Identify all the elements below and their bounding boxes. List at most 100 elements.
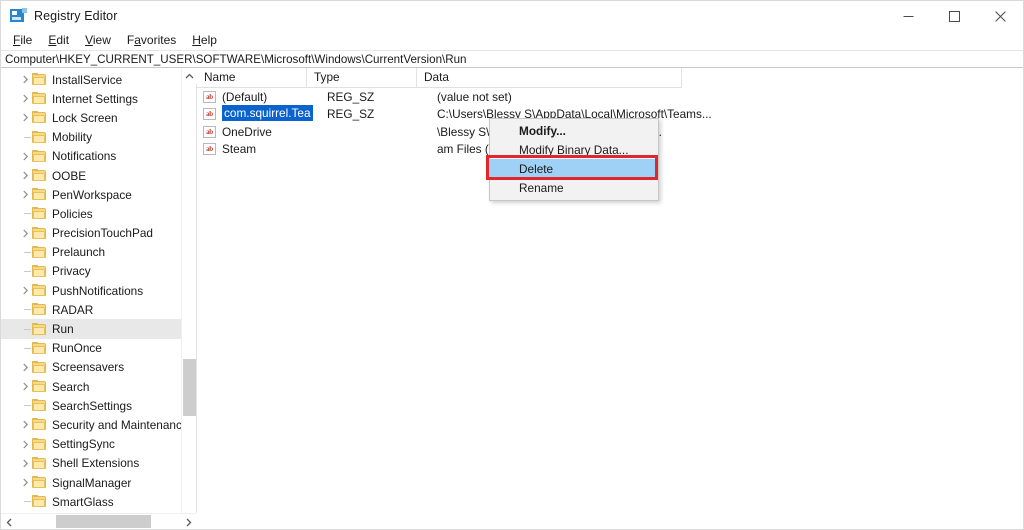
menu-help[interactable]: Help: [185, 32, 226, 49]
context-menu-item-modify[interactable]: Modify...: [490, 121, 658, 140]
value-data-cell: (value not set): [437, 90, 512, 104]
column-header-type[interactable]: Type: [307, 68, 417, 88]
value-type-cell: REG_SZ: [327, 90, 437, 104]
folder-icon: [32, 227, 47, 240]
tree-item-label: SignalManager: [52, 476, 131, 490]
tree-item-label: SettingSync: [52, 437, 115, 451]
folder-icon: [32, 438, 47, 451]
scroll-right-icon[interactable]: [180, 514, 196, 530]
tree-item-search[interactable]: Search: [1, 377, 196, 396]
chevron-right-icon[interactable]: [19, 478, 32, 487]
tree-item-installservice[interactable]: InstallService: [1, 70, 196, 89]
menu-favorites[interactable]: Favorites: [120, 32, 185, 49]
tree-item-notifications[interactable]: Notifications: [1, 147, 196, 166]
column-header-name[interactable]: Name: [197, 68, 307, 88]
menu-view[interactable]: View: [78, 32, 120, 49]
context-menu: Modify...Modify Binary Data...DeleteRena…: [489, 118, 659, 201]
main-content: InstallServiceInternet Settings Lock Scre…: [1, 68, 1023, 529]
tree-item-shell-extensions[interactable]: Shell Extensions: [1, 454, 196, 473]
registry-editor-icon: [10, 8, 26, 24]
tree-item-label: Lock Screen: [52, 111, 118, 125]
chevron-right-icon[interactable]: [19, 440, 32, 449]
tree-item-penworkspace[interactable]: PenWorkspace: [1, 185, 196, 204]
folder-icon: [32, 188, 47, 201]
tree-item-label: SearchSettings: [52, 399, 132, 413]
tree-item-policies[interactable]: Policies: [1, 204, 196, 223]
chevron-right-icon[interactable]: [19, 94, 32, 103]
tree-connector-line: [19, 271, 32, 272]
tree-item-radar[interactable]: RADAR: [1, 300, 196, 319]
tree-item-internet-settings[interactable]: Internet Settings: [1, 89, 196, 108]
folder-icon: [32, 73, 47, 86]
value-name-cell: (Default): [222, 90, 327, 104]
chevron-right-icon[interactable]: [19, 420, 32, 429]
folder-icon: [32, 323, 47, 336]
string-value-icon: ab: [203, 108, 217, 120]
close-button[interactable]: [977, 1, 1023, 31]
tree-item-label: Search: [52, 380, 89, 394]
folder-icon: [32, 111, 47, 124]
chevron-right-icon[interactable]: [19, 75, 32, 84]
maximize-button[interactable]: [931, 1, 977, 31]
tree-item-settingsync[interactable]: SettingSync: [1, 435, 196, 454]
scroll-left-icon[interactable]: [1, 514, 17, 530]
tree-item-precisiontouchpad[interactable]: PrecisionTouchPad: [1, 224, 196, 243]
context-menu-item-modify-binary-data[interactable]: Modify Binary Data...: [490, 140, 658, 159]
tree-item-label: RADAR: [52, 303, 93, 317]
tree-hscroll-thumb[interactable]: [56, 515, 151, 528]
tree-item-searchsettings[interactable]: SearchSettings: [1, 396, 196, 415]
column-header-data[interactable]: Data: [417, 68, 682, 88]
minimize-button[interactable]: [885, 1, 931, 31]
folder-icon: [32, 246, 47, 259]
tree-item-security-and-maintenance[interactable]: Security and Maintenance: [1, 415, 196, 434]
tree-connector-line: [19, 252, 32, 253]
tree-item-smartglass[interactable]: SmartGlass: [1, 492, 196, 511]
chevron-right-icon[interactable]: [19, 286, 32, 295]
menu-bar: File Edit View Favorites Help: [1, 31, 1023, 50]
tree-item-label: PenWorkspace: [52, 188, 132, 202]
tree-item-privacy[interactable]: Privacy: [1, 262, 196, 281]
context-menu-item-rename[interactable]: Rename: [490, 178, 658, 197]
tree-item-lock-screen[interactable]: Lock Screen: [1, 108, 196, 127]
tree-connector-line: [19, 213, 32, 214]
folder-icon: [32, 303, 47, 316]
tree-item-label: Security and Maintenance: [52, 418, 188, 432]
chevron-right-icon[interactable]: [19, 171, 32, 180]
context-menu-item-delete[interactable]: Delete: [490, 159, 658, 178]
minimize-icon: [903, 11, 914, 22]
tree-item-oobe[interactable]: OOBE: [1, 166, 196, 185]
tree-item-signalmanager[interactable]: SignalManager: [1, 473, 196, 492]
tree-item-run[interactable]: Run: [1, 319, 196, 338]
tree-vertical-scrollbar[interactable]: [181, 68, 196, 529]
tree-item-runonce[interactable]: RunOnce: [1, 339, 196, 358]
tree-item-mobility[interactable]: Mobility: [1, 128, 196, 147]
folder-icon: [32, 399, 47, 412]
chevron-right-icon[interactable]: [19, 152, 32, 161]
chevron-right-icon[interactable]: [19, 229, 32, 238]
folder-icon: [32, 131, 47, 144]
values-list-panel: Name Type Data ab(Default)REG_SZ(value n…: [197, 68, 1023, 529]
tree-item-prelaunch[interactable]: Prelaunch: [1, 243, 196, 262]
tree-item-screensavers[interactable]: Screensavers: [1, 358, 196, 377]
tree-horizontal-scrollbar[interactable]: [1, 513, 196, 529]
tree-item-label: PushNotifications: [52, 284, 143, 298]
chevron-right-icon[interactable]: [19, 382, 32, 391]
chevron-right-icon[interactable]: [19, 190, 32, 199]
tree-item-pushnotifications[interactable]: PushNotifications: [1, 281, 196, 300]
tree-scroll-thumb[interactable]: [183, 359, 196, 416]
menu-edit[interactable]: Edit: [41, 32, 78, 49]
chevron-right-icon[interactable]: [19, 363, 32, 372]
tree-connector-line: [19, 348, 32, 349]
value-name-cell: com.squirrel.Tea: [222, 105, 327, 124]
address-bar[interactable]: Computer\HKEY_CURRENT_USER\SOFTWARE\Micr…: [1, 50, 1023, 68]
chevron-right-icon[interactable]: [19, 459, 32, 468]
table-row[interactable]: ab(Default)REG_SZ(value not set): [197, 88, 1023, 106]
chevron-right-icon[interactable]: [19, 113, 32, 122]
menu-file[interactable]: File: [6, 32, 41, 49]
scroll-up-icon[interactable]: [182, 68, 197, 84]
folder-icon: [32, 265, 47, 278]
tree-item-label: Prelaunch: [52, 245, 105, 259]
folder-icon: [32, 476, 47, 489]
tree-item-label: Privacy: [52, 264, 91, 278]
tree-connector-line: [19, 137, 32, 138]
